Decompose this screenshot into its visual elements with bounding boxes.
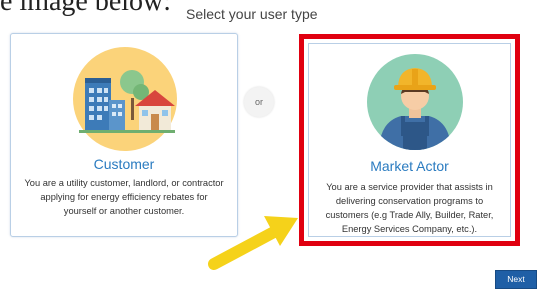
market-actor-card-inner: Market Actor You are a service provider … (308, 43, 511, 237)
or-separator: or (244, 87, 274, 117)
page-title: Select your user type (186, 6, 318, 22)
market-actor-description: You are a service provider that assists … (325, 182, 494, 234)
customer-title: Customer (93, 156, 155, 172)
customer-option-card[interactable]: Customer You are a utility customer, lan… (10, 33, 238, 237)
market-actor-title: Market Actor (370, 158, 449, 174)
buildings-house-icon (61, 46, 189, 157)
customer-description: You are a utility customer, landlord, or… (24, 178, 224, 216)
arrow-pointer-icon (206, 212, 302, 279)
market-actor-option-card[interactable]: Market Actor You are a service provider … (299, 34, 520, 246)
next-button[interactable]: Next (495, 270, 537, 289)
worker-hardhat-icon (361, 52, 469, 157)
header-text-fragment: e image below: (0, 0, 172, 17)
